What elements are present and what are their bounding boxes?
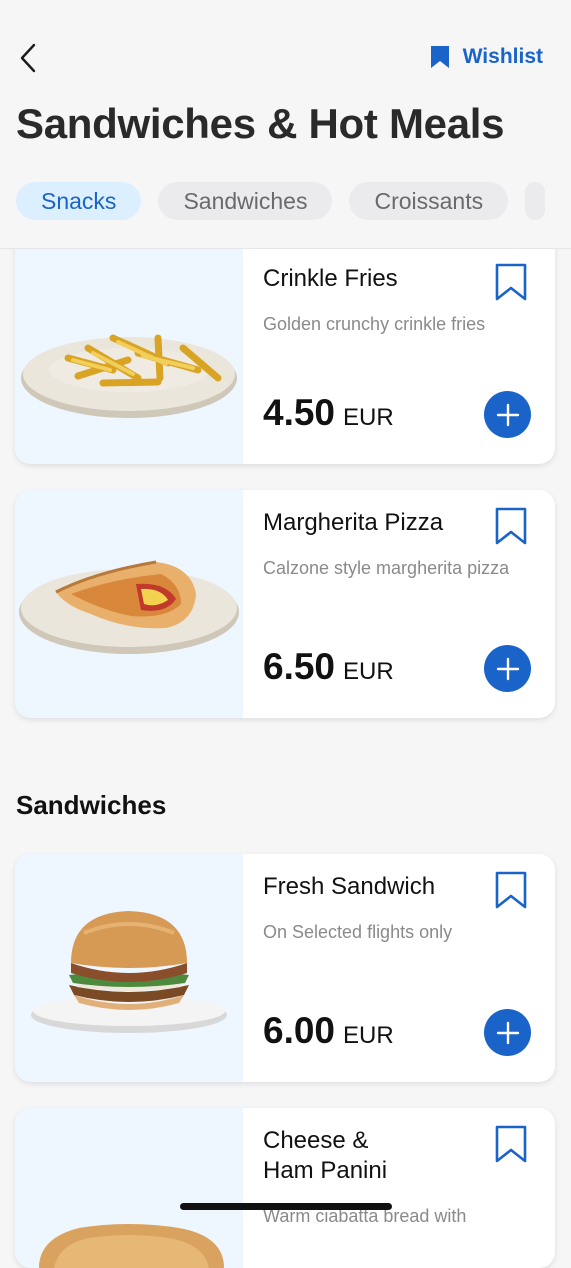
price-amount: 4.50 [263, 392, 336, 433]
bookmark-outline-icon [495, 507, 527, 545]
fries-image [21, 334, 237, 418]
chevron-left-icon [20, 43, 36, 73]
product-image [15, 854, 243, 1082]
price-amount: 6.00 [263, 1010, 336, 1051]
calzone-image [19, 560, 239, 654]
product-description: Golden crunchy crinkle fries [263, 314, 486, 334]
product-card[interactable]: Crinkle Fries Golden crunchy crinkle fri… [15, 224, 555, 464]
product-card[interactable]: Fresh Sandwich On Selected flights only … [15, 854, 555, 1082]
add-to-cart-button[interactable] [484, 1009, 531, 1056]
add-to-cart-button[interactable] [484, 645, 531, 692]
wishlist-label: Wishlist [462, 45, 543, 68]
bookmark-outline-icon [495, 1125, 527, 1163]
bookmark-button[interactable] [493, 1124, 529, 1164]
bookmark-button[interactable] [493, 262, 529, 302]
panini-image [39, 1224, 224, 1268]
price-currency: EUR [343, 404, 394, 431]
price-currency: EUR [343, 658, 394, 685]
bookmark-outline-icon [495, 871, 527, 909]
bookmark-outline-icon [495, 263, 527, 301]
plus-icon [496, 1021, 519, 1044]
tab-croissants[interactable]: Croissants [349, 182, 509, 220]
product-name: Crinkle Fries [263, 265, 398, 292]
product-image [15, 224, 243, 464]
top-bar: Wishlist Sandwiches & Hot Meals Snacks S… [0, 0, 571, 249]
product-name: Fresh Sandwich [263, 873, 436, 900]
price-currency: EUR [343, 1022, 394, 1049]
plus-icon [496, 657, 519, 680]
product-description: Calzone style margherita pizza [263, 558, 510, 578]
tab-snacks[interactable]: Snacks [16, 182, 142, 220]
tab-more[interactable] [525, 182, 546, 220]
bookmark-button[interactable] [493, 870, 529, 910]
product-price: 4.50 EUR [263, 392, 394, 434]
tab-sandwiches[interactable]: Sandwiches [158, 182, 333, 220]
home-indicator[interactable] [180, 1203, 392, 1210]
product-card[interactable]: Margherita Pizza Calzone style margherit… [15, 490, 555, 718]
bookmark-filled-icon [430, 46, 449, 68]
product-price: 6.50 EUR [263, 646, 394, 688]
price-amount: 6.50 [263, 646, 336, 687]
product-price: 6.00 EUR [263, 1010, 394, 1052]
back-button[interactable] [14, 40, 46, 76]
burger-image [31, 911, 227, 1033]
product-name: Margherita Pizza [263, 509, 444, 536]
bookmark-button[interactable] [493, 506, 529, 546]
add-to-cart-button[interactable] [484, 391, 531, 438]
page-title: Sandwiches & Hot Meals [16, 100, 505, 147]
product-image [15, 490, 243, 718]
wishlist-button[interactable]: Wishlist [429, 40, 543, 74]
section-title-sandwiches: Sandwiches [16, 790, 167, 820]
category-tabs: Snacks Sandwiches Croissants [16, 182, 571, 222]
plus-icon [496, 403, 519, 426]
product-name: Cheese & Ham Panini [263, 1127, 388, 1184]
product-card[interactable]: Cheese & Ham Panini Warm ciabatta bread … [15, 1108, 555, 1268]
product-image [15, 1108, 243, 1268]
product-description: On Selected flights only [263, 922, 453, 942]
